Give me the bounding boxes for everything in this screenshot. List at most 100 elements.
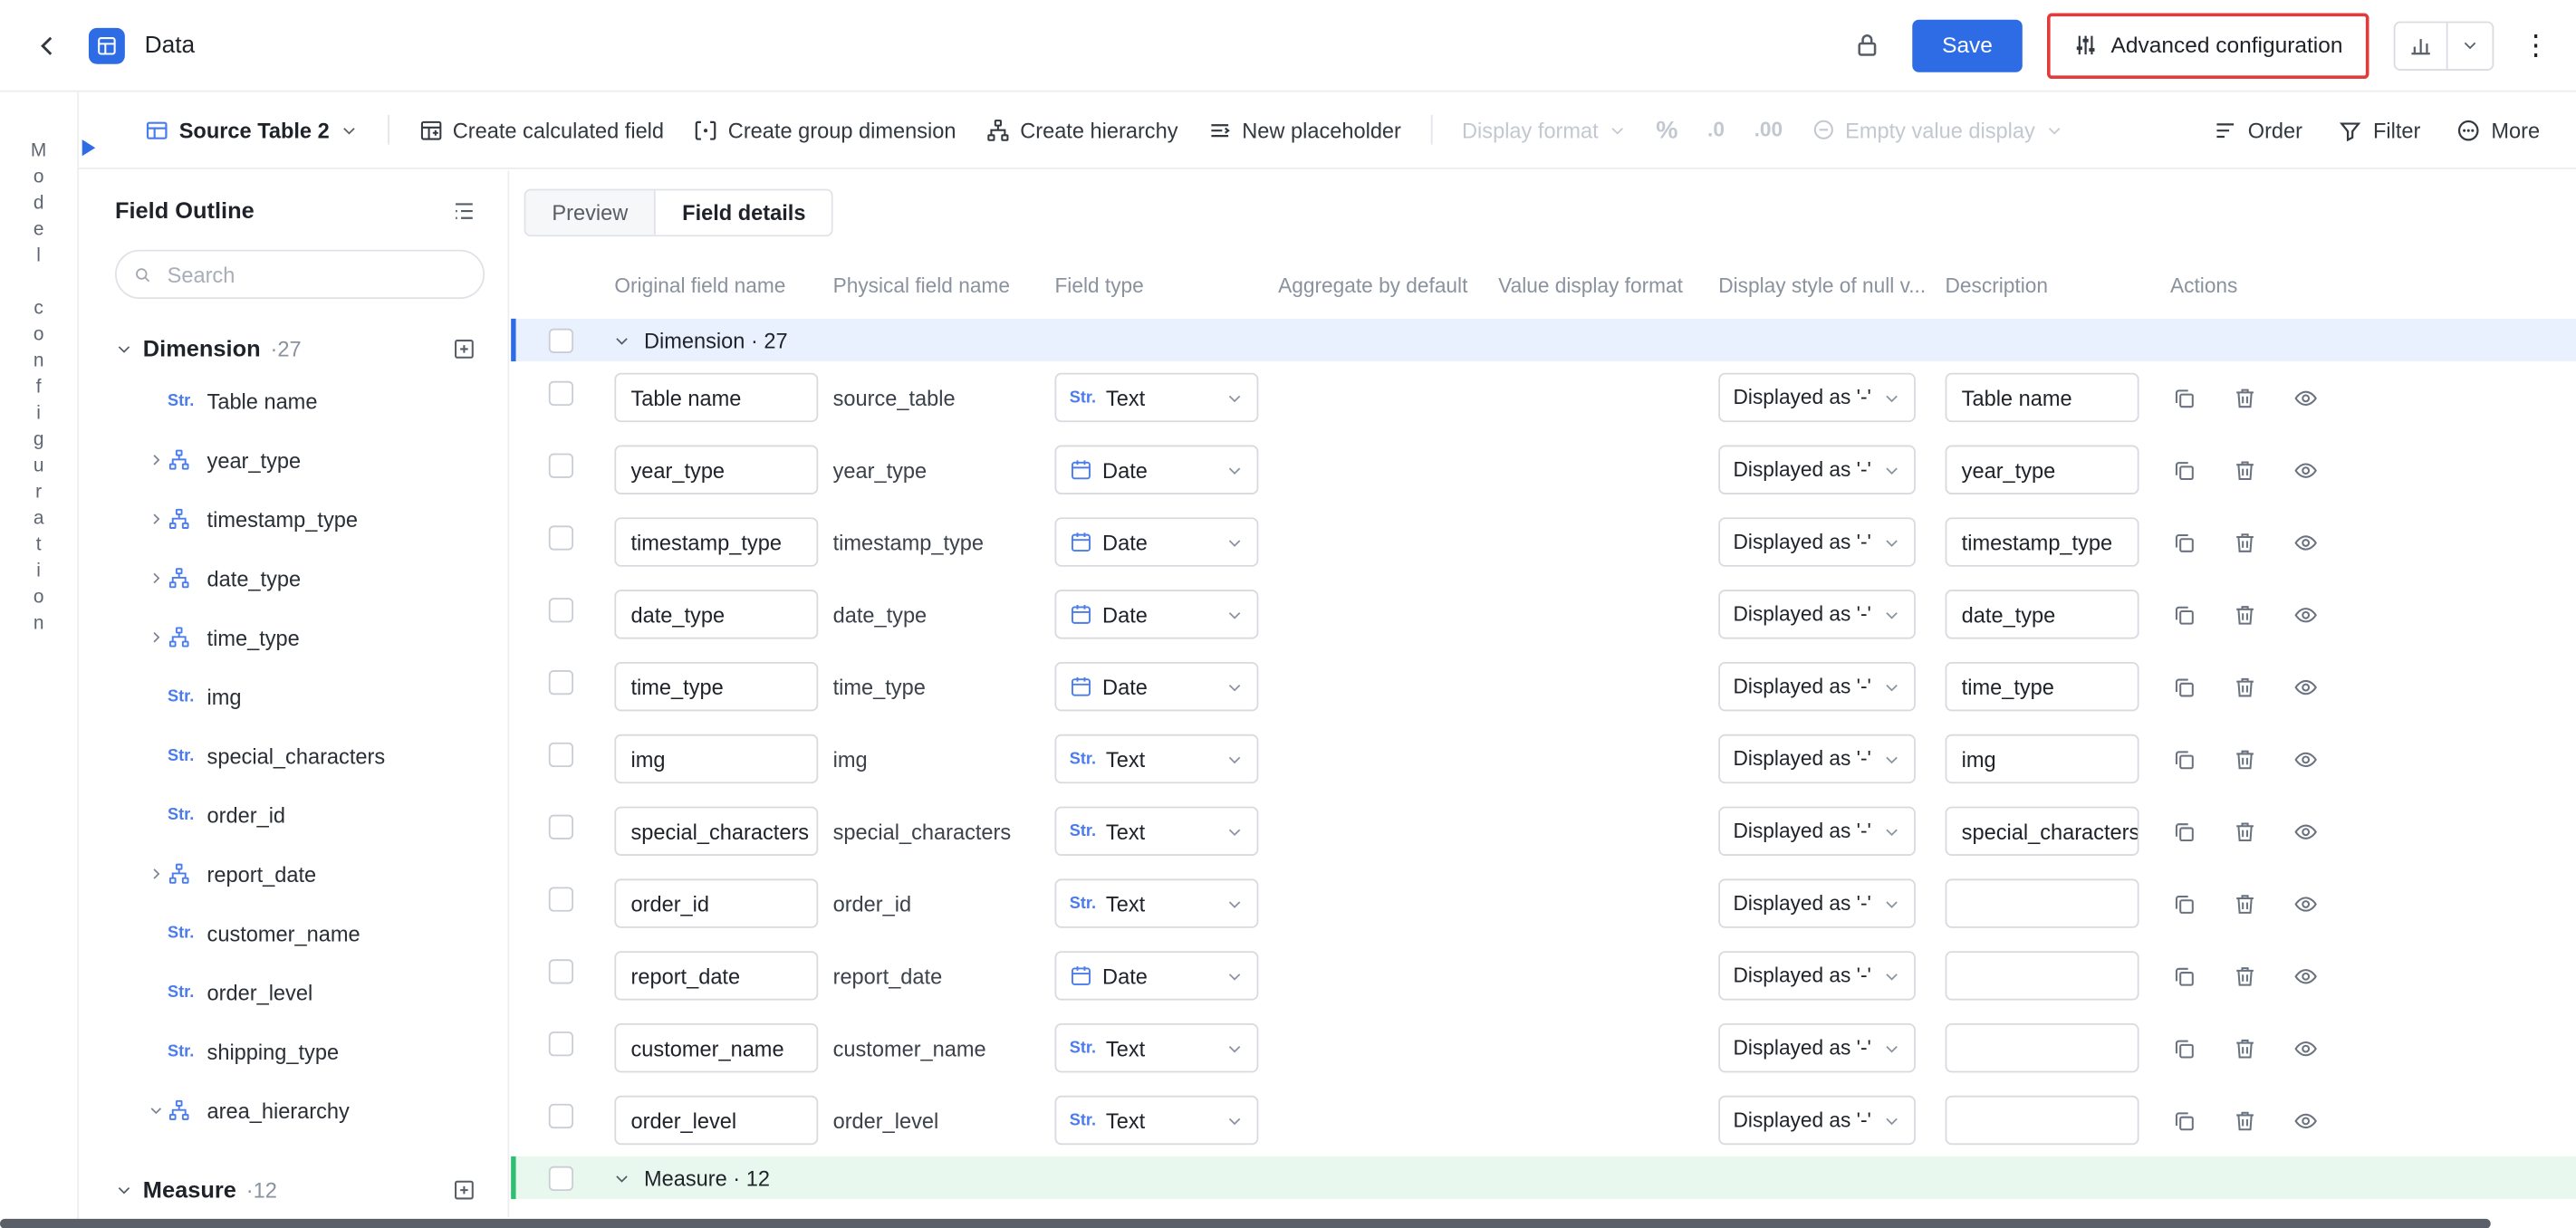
expand-chevron-icon[interactable]	[145, 1102, 168, 1118]
original-field-name-input[interactable]: customer_name	[614, 1023, 818, 1072]
description-input[interactable]	[1946, 1096, 2139, 1145]
row-checkbox[interactable]	[549, 815, 573, 839]
original-field-name-input[interactable]: order_level	[614, 1096, 818, 1145]
field-type-select[interactable]: Str. Text	[1054, 373, 1258, 422]
horizontal-scrollbar[interactable]	[0, 1219, 2491, 1228]
visibility-icon[interactable]	[2292, 601, 2318, 628]
expand-chevron-icon[interactable]	[145, 511, 168, 527]
new-placeholder-button[interactable]: New placeholder	[1207, 118, 1401, 142]
visibility-icon[interactable]	[2292, 818, 2318, 844]
delete-icon[interactable]	[2231, 601, 2257, 628]
search-input[interactable]	[164, 260, 466, 288]
copy-icon[interactable]	[2170, 529, 2196, 555]
description-input[interactable]: special_characters	[1946, 807, 2139, 856]
field-outline-item[interactable]: Str. Table name	[115, 371, 485, 430]
null-display-select[interactable]: Displayed as '-'	[1718, 878, 1916, 927]
delete-icon[interactable]	[2231, 890, 2257, 916]
increase-decimal-button[interactable]: .00	[1754, 119, 1783, 141]
rail-expand-handle-icon[interactable]	[82, 139, 96, 156]
description-input[interactable]	[1946, 1023, 2139, 1072]
copy-icon[interactable]	[2170, 890, 2196, 916]
field-outline-item[interactable]: report_date	[115, 844, 485, 903]
description-input[interactable]: Table name	[1946, 373, 2139, 422]
dimension-group-header[interactable]: Dimension ·27	[115, 325, 485, 371]
delete-icon[interactable]	[2231, 1035, 2257, 1061]
expand-chevron-icon[interactable]	[145, 570, 168, 586]
order-button[interactable]: Order	[2214, 118, 2302, 142]
original-field-name-input[interactable]: time_type	[614, 662, 818, 711]
description-input[interactable]	[1946, 878, 2139, 927]
measure-group-header[interactable]: Measure ·12	[115, 1166, 485, 1213]
decrease-decimal-button[interactable]: .0	[1707, 119, 1725, 141]
visibility-icon[interactable]	[2292, 963, 2318, 989]
field-outline-item[interactable]: Str. special_characters	[115, 726, 485, 785]
visibility-icon[interactable]	[2292, 674, 2318, 700]
field-type-select[interactable]: Str. Text	[1054, 1096, 1258, 1145]
field-outline-item[interactable]: area_hierarchy	[115, 1080, 485, 1139]
measure-group-checkbox[interactable]	[549, 1166, 573, 1190]
row-checkbox[interactable]	[549, 887, 573, 911]
copy-icon[interactable]	[2170, 456, 2196, 483]
visibility-icon[interactable]	[2292, 1035, 2318, 1061]
delete-icon[interactable]	[2231, 818, 2257, 844]
delete-icon[interactable]	[2231, 674, 2257, 700]
delete-icon[interactable]	[2231, 745, 2257, 772]
field-type-select[interactable]: Date	[1054, 446, 1258, 494]
back-button[interactable]	[26, 24, 69, 66]
field-type-select[interactable]: Date	[1054, 590, 1258, 638]
tab-preview[interactable]: Preview	[525, 190, 654, 235]
copy-icon[interactable]	[2170, 818, 2196, 844]
copy-icon[interactable]	[2170, 674, 2196, 700]
delete-icon[interactable]	[2231, 963, 2257, 989]
visibility-icon[interactable]	[2292, 529, 2318, 555]
original-field-name-input[interactable]: year_type	[614, 446, 818, 494]
row-checkbox[interactable]	[549, 525, 573, 550]
null-display-select[interactable]: Displayed as '-'	[1718, 1096, 1916, 1145]
percent-format-button[interactable]: %	[1656, 116, 1677, 144]
copy-icon[interactable]	[2170, 1108, 2196, 1134]
field-outline-item[interactable]: year_type	[115, 430, 485, 489]
field-outline-item[interactable]: Str. order_level	[115, 963, 485, 1022]
visibility-icon[interactable]	[2292, 456, 2318, 483]
null-display-select[interactable]: Displayed as '-'	[1718, 517, 1916, 566]
delete-icon[interactable]	[2231, 529, 2257, 555]
field-outline-item[interactable]: Str. img	[115, 667, 485, 725]
description-input[interactable]	[1946, 951, 2139, 1000]
more-button[interactable]: More	[2456, 118, 2540, 142]
null-display-select[interactable]: Displayed as '-'	[1718, 662, 1916, 711]
create-hierarchy-button[interactable]: Create hierarchy	[985, 118, 1177, 142]
row-checkbox[interactable]	[549, 1031, 573, 1056]
original-field-name-input[interactable]: img	[614, 734, 818, 783]
chevron-down-icon[interactable]	[613, 331, 631, 349]
original-field-name-input[interactable]: date_type	[614, 590, 818, 638]
dimension-table-group-row[interactable]: Dimension · 27	[511, 319, 2576, 361]
null-display-select[interactable]: Displayed as '-'	[1718, 807, 1916, 856]
field-outline-item[interactable]: time_type	[115, 608, 485, 667]
row-checkbox[interactable]	[549, 1104, 573, 1128]
original-field-name-input[interactable]: timestamp_type	[614, 517, 818, 566]
visibility-icon[interactable]	[2292, 1108, 2318, 1134]
row-checkbox[interactable]	[549, 743, 573, 767]
visibility-icon[interactable]	[2292, 384, 2318, 410]
null-display-select[interactable]: Displayed as '-'	[1718, 734, 1916, 783]
copy-icon[interactable]	[2170, 601, 2196, 628]
original-field-name-input[interactable]: report_date	[614, 951, 818, 1000]
null-display-select[interactable]: Displayed as '-'	[1718, 446, 1916, 494]
description-input[interactable]: img	[1946, 734, 2139, 783]
field-outline-item[interactable]: Str. order_id	[115, 785, 485, 844]
field-type-select[interactable]: Date	[1054, 662, 1258, 711]
tab-field-details[interactable]: Field details	[654, 190, 831, 235]
chevron-down-icon[interactable]	[613, 1169, 631, 1187]
add-dimension-panel-icon[interactable]	[442, 327, 485, 369]
advanced-configuration-button[interactable]: Advanced configuration	[2053, 19, 2362, 72]
description-input[interactable]: year_type	[1946, 446, 2139, 494]
field-outline-item[interactable]: date_type	[115, 549, 485, 608]
filter-button[interactable]: Filter	[2339, 118, 2420, 142]
row-checkbox[interactable]	[549, 670, 573, 695]
create-group-dimension-button[interactable]: Create group dimension	[694, 118, 956, 142]
chart-view-dropdown-chevron-icon[interactable]	[2448, 22, 2493, 68]
original-field-name-input[interactable]: Table name	[614, 373, 818, 422]
display-format-dropdown[interactable]: Display format	[1462, 118, 1627, 142]
field-type-select[interactable]: Date	[1054, 517, 1258, 566]
original-field-name-input[interactable]: special_characters	[614, 807, 818, 856]
